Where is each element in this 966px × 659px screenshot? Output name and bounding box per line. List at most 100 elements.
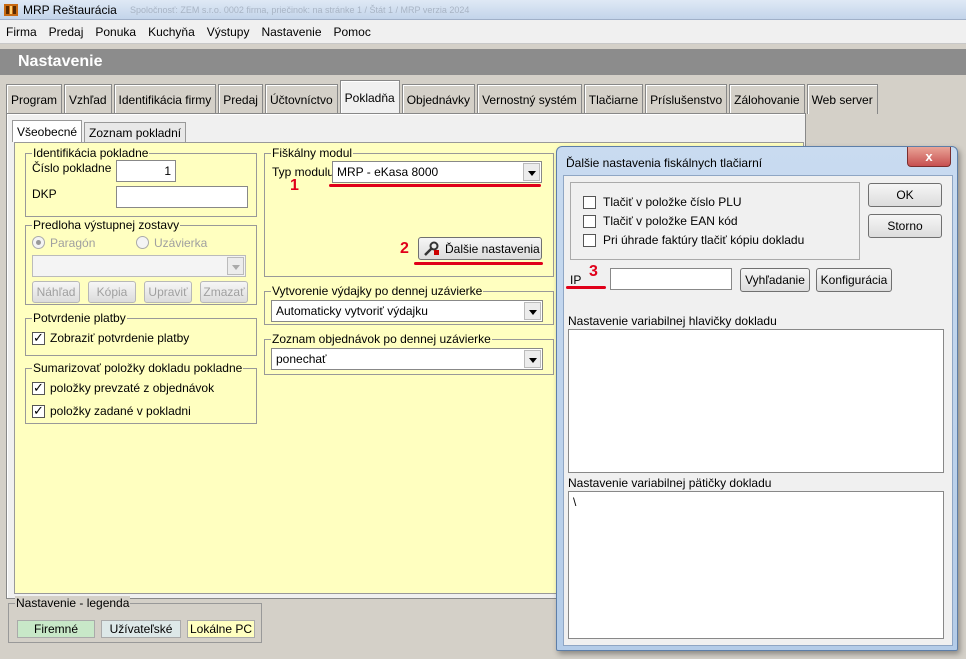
nahlad-button[interactable]: Náhľad: [32, 281, 80, 303]
zmazat-button[interactable]: Zmazať: [200, 281, 248, 303]
polozky-objednavok-checkbox[interactable]: [32, 380, 45, 396]
subtab-vseobecne[interactable]: Všeobecné: [12, 120, 83, 142]
radio-uzavierka-label: Uzávierka: [154, 236, 208, 250]
upravit-button[interactable]: Upraviť: [144, 281, 192, 303]
dkp-input[interactable]: [116, 186, 248, 208]
tab-vernostny-system[interactable]: Vernostný systém: [477, 84, 582, 114]
vydajky-value: Automaticky vytvoriť výdajku: [276, 304, 428, 318]
dkp-label: DKP: [32, 187, 57, 201]
chevron-down-icon: [524, 302, 541, 320]
typ-modulu-combo[interactable]: MRP - eKasa 8000: [332, 161, 542, 183]
annotation-underline-2: [414, 262, 543, 265]
tlacit-plu-checkbox[interactable]: [583, 196, 596, 209]
radio-paragon[interactable]: [32, 236, 45, 249]
group-identifikacia-label: Identifikácia pokladne: [32, 146, 150, 160]
dalsie-nastavenia-label: Ďalšie nastavenia: [445, 241, 540, 256]
tab-vzhlad[interactable]: Vzhľad: [64, 84, 112, 114]
typ-modulu-label: Typ modulu: [272, 165, 335, 179]
chevron-down-icon: [227, 257, 244, 275]
menu-kuchyna[interactable]: Kuchyňa: [148, 25, 195, 39]
close-button[interactable]: x: [907, 147, 951, 167]
group-sumarizovat: Sumarizovať položky dokladu pokladne pol…: [25, 361, 257, 424]
hlavicka-textarea[interactable]: [568, 329, 944, 473]
polozky-pokladni-label: položky zadané v pokladni: [50, 404, 191, 418]
annotation-number-3: 3: [589, 263, 598, 280]
group-sumarizovat-label: Sumarizovať položky dokladu pokladne: [32, 361, 244, 375]
zobrazit-potvrdenie-checkbox[interactable]: [32, 330, 45, 346]
polozky-pokladni-checkbox[interactable]: [32, 403, 45, 419]
subtab-zoznam-pokladni[interactable]: Zoznam pokladní: [84, 122, 187, 142]
menu-pomoc[interactable]: Pomoc: [334, 25, 371, 39]
radio-uzavierka[interactable]: [136, 236, 149, 249]
annotation-underline-3: [566, 286, 606, 289]
objednavky-value: ponechať: [276, 352, 327, 366]
tab-predaj[interactable]: Predaj: [218, 84, 263, 114]
paticka-textarea[interactable]: \: [568, 491, 944, 639]
legend-lokalne: Lokálne PC: [187, 620, 255, 638]
page-title: Nastavenie: [18, 53, 103, 70]
objednavky-combo[interactable]: ponechať: [271, 348, 543, 370]
zobrazit-potvrdenie-label: Zobraziť potvrdenie platby: [50, 331, 190, 345]
chevron-down-icon: [523, 163, 540, 181]
fiscal-settings-dialog: Ďalšie nastavenia fiskálnych tlačiarní x…: [556, 146, 958, 651]
legend-firemne: Firemné: [17, 620, 95, 638]
app-logo-icon: [4, 4, 18, 16]
wrench-icon: [424, 241, 439, 256]
dialog-title: Ďalšie nastavenia fiskálnych tlačiarní: [566, 156, 763, 170]
radio-paragon-label: Paragón: [50, 236, 96, 250]
konfiguracia-button[interactable]: Konfigurácia: [816, 268, 892, 292]
close-icon: x: [925, 149, 933, 164]
legend-group: Nastavenie - legenda Firemné Užívateľské…: [8, 596, 262, 643]
annotation-number-1: 1: [290, 177, 299, 194]
sub-tabs: Všeobecné Zoznam pokladní: [12, 120, 187, 142]
menu-bar: Firma Predaj Ponuka Kuchyňa Výstupy Nast…: [0, 20, 966, 44]
group-fiskalny-modul: Fiškálny modul Typ modulu MRP - eKasa 80…: [264, 146, 554, 277]
menu-vystupy[interactable]: Výstupy: [207, 25, 250, 39]
menu-ponuka[interactable]: Ponuka: [95, 25, 136, 39]
tab-objednavky[interactable]: Objednávky: [401, 84, 476, 114]
group-vydajky: Vytvorenie výdajky po dennej uzávierke A…: [264, 284, 554, 325]
menu-nastavenie[interactable]: Nastavenie: [261, 25, 321, 39]
ip-input[interactable]: [610, 268, 732, 290]
dalsie-nastavenia-button[interactable]: Ďalšie nastavenia: [418, 237, 542, 260]
tab-zalohovanie[interactable]: Zálohovanie: [729, 84, 805, 114]
tab-identifikacia-firmy[interactable]: Identifikácia firmy: [113, 84, 217, 114]
group-predloha-label: Predloha výstupnej zostavy: [32, 218, 181, 232]
group-objednavky-label: Zoznam objednávok po dennej uzávierke: [271, 332, 492, 346]
tab-tlaciarne[interactable]: Tlačiarne: [583, 84, 644, 114]
chevron-down-icon: [524, 350, 541, 368]
tab-pokladna[interactable]: Pokladňa: [339, 80, 400, 114]
group-potvrdenie: Potvrdenie platby Zobraziť potvrdenie pl…: [25, 311, 257, 356]
section-header: Nastavenie: [0, 49, 966, 75]
print-options-box: Tlačiť v položke číslo PLU Tlačiť v polo…: [570, 182, 860, 260]
group-objednavky: Zoznam objednávok po dennej uzávierke po…: [264, 332, 554, 375]
paticka-label: Nastavenie variabilnej pätičky dokladu: [568, 476, 772, 490]
vydajky-combo[interactable]: Automaticky vytvoriť výdajku: [271, 300, 543, 322]
group-identifikacia: Identifikácia pokladne Číslo pokladne 1 …: [25, 146, 257, 217]
menu-firma[interactable]: Firma: [6, 25, 37, 39]
tab-uctovnictvo[interactable]: Účtovníctvo: [264, 84, 338, 114]
dialog-body: Tlačiť v položke číslo PLU Tlačiť v polo…: [563, 175, 953, 646]
ok-button[interactable]: OK: [868, 183, 942, 207]
legend-uzivatelske: Užívateľské: [101, 620, 181, 638]
tlacit-kopiu-checkbox[interactable]: [583, 234, 596, 247]
cislo-pokladne-label: Číslo pokladne: [32, 161, 112, 175]
tab-program[interactable]: Program: [6, 84, 63, 114]
kopia-button[interactable]: Kópia: [88, 281, 136, 303]
tab-web-server[interactable]: Web server: [806, 84, 878, 114]
vyhladanie-button[interactable]: Vyhľadanie: [740, 268, 810, 292]
annotation-number-2: 2: [400, 240, 409, 257]
window-title: MRP Reštaurácia: [23, 3, 117, 17]
tlacit-ean-checkbox[interactable]: [583, 215, 596, 228]
annotation-underline-1: [329, 184, 541, 187]
main-tabs: Program Vzhľad Identifikácia firmy Preda…: [6, 80, 880, 114]
cislo-pokladne-input[interactable]: 1: [116, 160, 176, 182]
tab-prislusenstvo[interactable]: Príslušenstvo: [645, 84, 728, 114]
menu-predaj[interactable]: Predaj: [49, 25, 84, 39]
window-titlebar: MRP Reštaurácia Spoločnosť: ZEM s.r.o. 0…: [0, 0, 966, 20]
group-predloha: Predloha výstupnej zostavy Paragón Uzávi…: [25, 218, 257, 305]
group-potvrdenie-label: Potvrdenie platby: [32, 311, 127, 325]
storno-button[interactable]: Storno: [868, 214, 942, 238]
tlacit-kopiu-label: Pri úhrade faktúry tlačiť kópiu dokladu: [603, 233, 805, 247]
predloha-combo[interactable]: [32, 255, 246, 277]
